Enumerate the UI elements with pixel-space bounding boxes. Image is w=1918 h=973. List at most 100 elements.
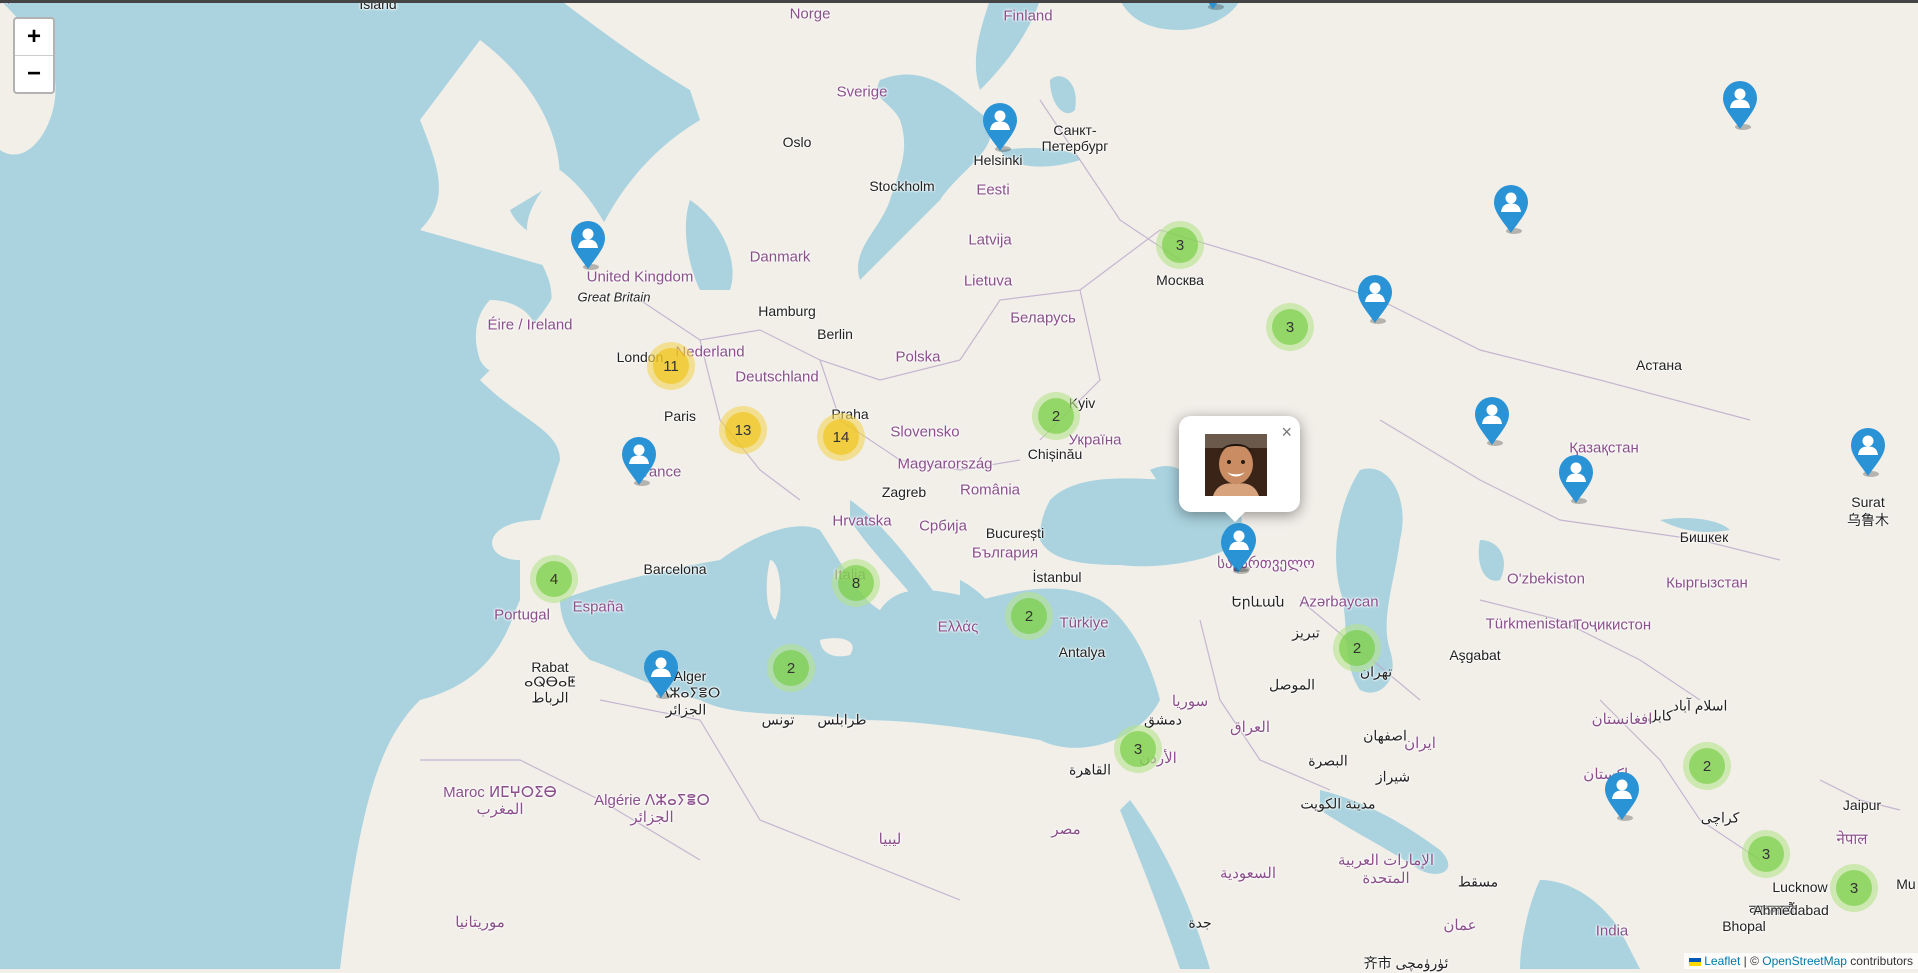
map-label: Chișinău <box>1027 446 1083 462</box>
map-label: România <box>959 481 1021 499</box>
marker-cluster[interactable]: 2 <box>767 644 815 692</box>
marker-cluster[interactable]: 2 <box>1683 742 1731 790</box>
marker-cluster[interactable]: 3 <box>1114 725 1162 773</box>
map-label: مسقط <box>1457 873 1499 890</box>
cluster-count: 14 <box>823 419 859 455</box>
marker-cluster[interactable]: 13 <box>719 406 767 454</box>
marker-cluster[interactable]: 4 <box>530 555 578 603</box>
marker-cluster[interactable]: 8 <box>832 559 880 607</box>
user-marker-icon[interactable] <box>1473 396 1511 446</box>
map-label: O'zbekiston <box>1507 570 1585 588</box>
user-marker-icon[interactable] <box>1849 427 1887 477</box>
map-label: Eesti <box>976 181 1010 199</box>
map-label: България <box>971 544 1039 562</box>
map-label: Azərbaycan <box>1299 593 1379 611</box>
user-marker-icon[interactable] <box>1603 771 1641 821</box>
map-label: Sverige <box>836 83 888 101</box>
map-label: नेपाल <box>1836 831 1868 848</box>
marker-cluster[interactable]: 3 <box>1156 221 1204 269</box>
map-label: İstanbul <box>1032 569 1082 585</box>
map-label: Bhopal <box>1722 918 1766 934</box>
top-border <box>0 0 1918 3</box>
cluster-count: 2 <box>1339 630 1375 666</box>
map-label: Latvija <box>968 231 1012 249</box>
marker-cluster[interactable]: 3 <box>1266 303 1314 351</box>
user-marker-icon[interactable] <box>1492 184 1530 234</box>
user-marker-icon[interactable] <box>1557 454 1595 504</box>
map-label: Бишкек <box>1679 529 1729 545</box>
map-label: مدينة الكويت <box>1300 795 1376 812</box>
map-label: Deutschland <box>735 368 819 386</box>
marker-popup: × <box>1179 416 1300 522</box>
marker-cluster[interactable]: 11 <box>647 342 695 390</box>
attribution: Leaflet | © OpenStreetMap contributors <box>1683 953 1918 969</box>
map-label: 乌鲁木 <box>1847 512 1889 528</box>
user-marker-icon[interactable] <box>569 220 607 270</box>
cluster-count: 3 <box>1272 309 1308 345</box>
selected-user-marker-icon[interactable] <box>1220 522 1258 572</box>
map-label: Danmark <box>749 248 811 266</box>
map-label: Lucknow <box>1772 879 1828 895</box>
map-label: Slovensko <box>890 423 960 441</box>
cluster-count: 2 <box>773 650 809 686</box>
marker-cluster[interactable]: 2 <box>1005 592 1053 640</box>
map-label: تونس <box>761 711 795 728</box>
map-label: Тоҷикистон <box>1572 616 1652 634</box>
map-label: Éire / Ireland <box>487 316 573 334</box>
map-label: Surat <box>1851 494 1885 510</box>
map-label: Санкт- <box>1053 122 1097 138</box>
osm-link[interactable]: OpenStreetMap <box>1762 954 1847 968</box>
user-marker-icon[interactable] <box>1721 80 1759 130</box>
user-marker-icon[interactable] <box>620 436 658 486</box>
map-label: طرابلس <box>817 711 867 728</box>
map-label: شيراز <box>1375 768 1411 785</box>
map-label: Barcelona <box>643 561 707 577</box>
map-label: المغرب <box>476 801 524 818</box>
map-label: دمشق <box>1144 711 1182 728</box>
map-label: Great Britain <box>577 289 651 305</box>
user-marker-icon[interactable] <box>981 102 1019 152</box>
map-label: ⴰⵕⴱⴰⵟ <box>524 673 576 690</box>
marker-cluster[interactable]: 2 <box>1032 392 1080 440</box>
map-label: Polska <box>895 348 941 366</box>
marker-cluster[interactable]: 3 <box>1742 830 1790 878</box>
marker-cluster[interactable]: 3 <box>1830 864 1878 912</box>
cluster-count: 13 <box>725 412 761 448</box>
map-label: Кыргызстан <box>1666 574 1748 592</box>
map-label: البصرة <box>1308 752 1348 769</box>
cluster-count: 3 <box>1162 227 1198 263</box>
cluster-count: 3 <box>1748 836 1784 872</box>
map-label: United Kingdom <box>586 268 694 286</box>
map-label: Magyarország <box>897 455 993 473</box>
marker-cluster[interactable]: 14 <box>817 413 865 461</box>
user-marker-icon[interactable] <box>1356 274 1394 324</box>
map-label: جدة <box>1188 914 1212 931</box>
map-label: Aşgabat <box>1449 647 1501 663</box>
attribution-contributors: contributors <box>1846 954 1913 968</box>
map-label: Lietuva <box>963 272 1013 290</box>
zoom-in-button[interactable]: + <box>15 19 53 55</box>
map-label: București <box>985 525 1045 541</box>
map-label: Helsinki <box>973 152 1023 168</box>
map-label: الجزائر <box>665 701 707 718</box>
cluster-count: 3 <box>1120 731 1156 767</box>
zoom-out-button[interactable]: − <box>15 55 53 92</box>
map-canvas[interactable]: Island Norge Finland Sverige Oslo Stockholm He… <box>0 0 1918 971</box>
popup-close-button[interactable]: × <box>1281 422 1292 443</box>
leaflet-link[interactable]: Leaflet <box>1704 954 1740 968</box>
map-label: Algérie ⴷⵣⴰⵢⴻⵔ <box>594 792 710 809</box>
map-label: موريتانيا <box>455 914 505 931</box>
map-label: اصفهان <box>1363 727 1407 744</box>
user-marker-icon[interactable] <box>642 649 680 699</box>
cluster-count: 8 <box>838 565 874 601</box>
map-label: 齐市 ئۈرۈمچى <box>1363 955 1449 971</box>
marker-cluster[interactable]: 2 <box>1333 624 1381 672</box>
map-label: Norge <box>789 5 831 23</box>
cluster-count: 2 <box>1038 398 1074 434</box>
map-label: العراق <box>1229 719 1271 736</box>
map-label: الجزائر <box>630 809 674 826</box>
map-label: مصر <box>1051 821 1081 838</box>
map-label: اسلام آباد <box>1672 697 1728 714</box>
map-label: الرباط <box>531 689 569 706</box>
map-label: عمان <box>1443 917 1477 934</box>
